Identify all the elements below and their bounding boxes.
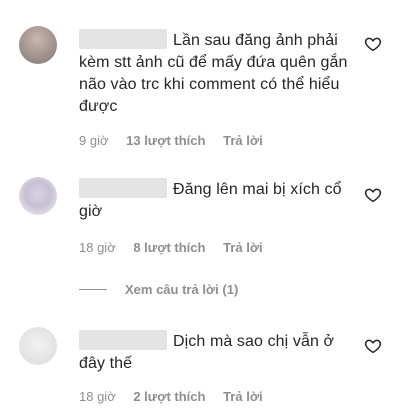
avatar[interactable]: [19, 327, 57, 365]
reply-button[interactable]: Trả lời: [223, 133, 263, 148]
avatar[interactable]: [19, 26, 57, 64]
username-redacted[interactable]: [79, 330, 167, 350]
username-redacted[interactable]: [79, 178, 167, 198]
heart-outline-icon[interactable]: [364, 35, 382, 53]
comment-body: Đăng lên mai bị xích cổ giờ: [79, 178, 349, 223]
comment-likes[interactable]: 8 lượt thích: [133, 240, 205, 255]
heart-outline-icon[interactable]: [364, 186, 382, 204]
comment-likes[interactable]: 13 lượt thích: [126, 133, 205, 148]
view-replies-button[interactable]: Xem câu trả lời (1): [79, 282, 238, 297]
reply-button[interactable]: Trả lời: [223, 240, 263, 255]
comment-body: Lần sau đăng ảnh phải kèm stt ảnh cũ để …: [79, 29, 354, 118]
comment-body: Dịch mà sao chị vẫn ở đây thế: [79, 330, 359, 375]
comment-time: 18 giờ: [79, 240, 116, 255]
comment-likes[interactable]: 2 lượt thích: [133, 389, 205, 404]
username-redacted[interactable]: [79, 29, 167, 49]
replies-divider: [79, 289, 107, 290]
heart-outline-icon[interactable]: [364, 337, 382, 355]
comment-time: 9 giờ: [79, 133, 109, 148]
comment-meta: 18 giờ 2 lượt thích Trả lời: [79, 389, 277, 404]
avatar[interactable]: [19, 177, 57, 215]
comment-meta: 18 giờ 8 lượt thích Trả lời: [79, 240, 277, 255]
comment-meta: 9 giờ 13 lượt thích Trả lời: [79, 133, 277, 148]
view-replies-label: Xem câu trả lời (1): [125, 282, 239, 297]
comment-time: 18 giờ: [79, 389, 116, 404]
reply-button[interactable]: Trả lời: [223, 389, 263, 404]
